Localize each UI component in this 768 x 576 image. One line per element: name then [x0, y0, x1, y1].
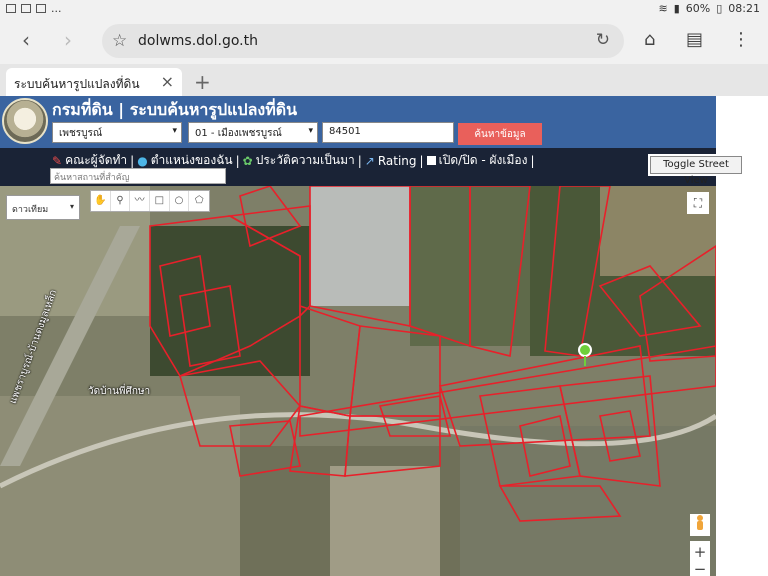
- reload-icon[interactable]: ↻: [596, 30, 610, 50]
- chevron-down-icon: ▾: [69, 202, 74, 211]
- close-tab-icon[interactable]: ×: [161, 72, 174, 91]
- globe-icon: ●: [137, 153, 148, 168]
- parcel-number-value: 84501: [329, 126, 361, 137]
- rectangle-icon[interactable]: □: [150, 191, 170, 211]
- polygon-icon[interactable]: ⬠: [189, 191, 209, 211]
- chevron-down-icon: ▾: [172, 126, 177, 136]
- circle-icon[interactable]: ○: [170, 191, 190, 211]
- url-text[interactable]: dolwms.dol.go.th: [138, 33, 258, 49]
- site-header: กรมที่ดิน | ระบบค้นหารูปแปลงที่ดิน เพชรบ…: [0, 96, 716, 148]
- polyline-icon[interactable]: 〰: [130, 191, 151, 211]
- menu-rating[interactable]: Rating: [378, 154, 417, 168]
- department-logo: [2, 98, 48, 144]
- home-icon[interactable]: ⌂: [644, 29, 655, 50]
- place-search-input[interactable]: ค้นหาสถานที่สำคัญ: [50, 168, 226, 184]
- back-arrow-icon[interactable]: ‹: [22, 30, 30, 50]
- tab-active[interactable]: ระบบค้นหารูปแปลงที่ดิน ×: [6, 68, 182, 96]
- new-tab-icon[interactable]: +: [194, 70, 211, 94]
- temple-label: วัดบ้านพี่ศึกษา: [88, 386, 151, 397]
- signal-icon: ▮: [673, 2, 680, 15]
- wifi-icon: ≋: [658, 2, 668, 15]
- page-title: กรมที่ดิน | ระบบค้นหารูปแปลงที่ดิน: [52, 100, 298, 119]
- search-button[interactable]: ค้นหาข้อมูล: [458, 123, 542, 145]
- address-bar[interactable]: ☆ dolwms.dol.go.th ↻: [102, 24, 624, 58]
- province-select-value: เพชรบูรณ์: [59, 128, 103, 139]
- status-bar: ... ≋ ▮ 60% ▯ 08:21: [0, 0, 768, 18]
- menu-separator: |: [357, 153, 362, 168]
- message-icon: [36, 4, 46, 13]
- menu-separator: |: [235, 153, 240, 168]
- pegman-icon[interactable]: [690, 514, 710, 536]
- more-notifications: ...: [51, 2, 62, 15]
- web-content: กรมที่ดิน | ระบบค้นหารูปแปลงที่ดิน เพชรบ…: [0, 96, 716, 576]
- tab-title: ระบบค้นหารูปแปลงที่ดิน: [14, 77, 140, 91]
- battery-icon: ▯: [716, 2, 723, 15]
- map-imagery: [0, 186, 716, 576]
- menu-separator: |: [419, 153, 424, 168]
- photo-icon: [6, 4, 16, 13]
- toggle-street-view-button[interactable]: Toggle Street View: [650, 156, 742, 186]
- province-select[interactable]: เพชรบูรณ์ ▾: [52, 122, 182, 143]
- site-menu: ✎ คณะผู้จัดทำ | ● ตำแหน่งของฉัน | ✿ ประว…: [0, 148, 716, 186]
- hand-pan-icon[interactable]: ✋: [91, 191, 111, 211]
- map-type-select[interactable]: ดาวเทียม ▾: [6, 195, 80, 220]
- clock: 08:21: [728, 2, 760, 15]
- satellite-map[interactable]: ดาวเทียม ▾ ✋ ⚲ 〰 □ ○ ⬠ ⛶ วัดบ้านพี่ศึกษา…: [0, 186, 716, 576]
- plant-icon: ✿: [242, 153, 253, 168]
- reader-mode-icon[interactable]: ▤: [686, 29, 703, 50]
- menu-separator: |: [530, 153, 535, 168]
- chart-icon: ↗: [364, 153, 375, 168]
- bookmark-star-icon[interactable]: ☆: [112, 31, 127, 51]
- drawing-toolbar: ✋ ⚲ 〰 □ ○ ⬠: [90, 190, 210, 212]
- parcel-number-input[interactable]: 84501: [322, 122, 454, 143]
- zoom-out-button[interactable]: −: [690, 562, 710, 576]
- menu-toggle-city-plan[interactable]: เปิด/ปิด - ผังเมือง: [439, 151, 528, 170]
- forward-arrow-icon[interactable]: ›: [64, 30, 72, 50]
- fullscreen-icon[interactable]: ⛶: [687, 192, 709, 214]
- map-type-value: ดาวเทียม: [12, 205, 49, 215]
- district-select[interactable]: 01 - เมืองเพชรบูรณ์ ▾: [188, 122, 318, 143]
- mail-icon: [21, 4, 31, 13]
- menu-separator: |: [130, 153, 135, 168]
- pen-icon: ✎: [52, 153, 63, 168]
- menu-history[interactable]: ประวัติความเป็นมา: [256, 151, 355, 170]
- battery-level: 60%: [685, 2, 711, 15]
- browser-toolbar: ‹ › ☆ dolwms.dol.go.th ↻ ⌂ ▤ ⋮: [0, 18, 768, 64]
- overflow-menu-icon[interactable]: ⋮: [732, 29, 750, 50]
- marker-icon[interactable]: ⚲: [111, 191, 131, 211]
- district-select-value: 01 - เมืองเพชรบูรณ์: [195, 128, 282, 139]
- chevron-down-icon: ▾: [308, 126, 313, 136]
- tab-strip: ระบบค้นหารูปแปลงที่ดิน × +: [0, 64, 768, 96]
- checkbox-icon[interactable]: [426, 156, 436, 165]
